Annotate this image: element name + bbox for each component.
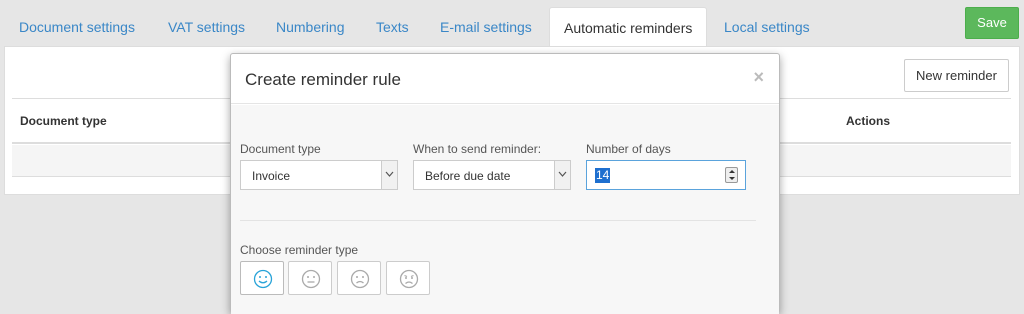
tab-local-settings[interactable]: Local settings xyxy=(724,7,810,46)
tab-automatic-reminders[interactable]: Automatic reminders xyxy=(549,7,708,46)
reminder-type-strict-button[interactable] xyxy=(386,261,430,295)
document-type-select[interactable]: Invoice xyxy=(240,160,398,190)
tab-texts[interactable]: Texts xyxy=(376,7,409,46)
smile-icon xyxy=(253,269,273,289)
reminder-type-label: Choose reminder type xyxy=(240,243,359,257)
when-to-send-value: Before due date xyxy=(425,169,511,183)
create-reminder-modal: Create reminder rule × Document type Inv… xyxy=(230,53,780,314)
document-type-value: Invoice xyxy=(252,169,291,183)
save-button[interactable]: Save xyxy=(965,7,1019,39)
frown-icon xyxy=(350,269,370,289)
reminder-type-neutral-button[interactable] xyxy=(288,261,332,295)
chevron-down-icon xyxy=(381,161,397,189)
number-of-days-input[interactable]: 14 xyxy=(586,160,746,190)
when-to-send-select[interactable]: Before due date xyxy=(413,160,571,190)
close-icon[interactable]: × xyxy=(753,67,764,88)
new-reminder-button[interactable]: New reminder xyxy=(904,59,1009,92)
tab-vat-settings[interactable]: VAT settings xyxy=(168,7,245,46)
column-document-type: Document type xyxy=(20,114,107,128)
neutral-face-icon xyxy=(301,269,321,289)
section-divider xyxy=(240,220,756,221)
when-to-send-label: When to send reminder: xyxy=(413,142,542,156)
reminder-type-firm-button[interactable] xyxy=(337,261,381,295)
tab-document-settings[interactable]: Document settings xyxy=(19,7,135,46)
number-of-days-value: 14 xyxy=(595,168,611,183)
modal-title: Create reminder rule xyxy=(245,70,401,89)
angry-face-icon xyxy=(399,269,419,289)
chevron-down-icon xyxy=(554,161,570,189)
number-of-days-label: Number of days xyxy=(586,142,671,156)
reminder-type-friendly-button[interactable] xyxy=(240,261,284,295)
column-actions: Actions xyxy=(846,114,891,128)
tab-numbering[interactable]: Numbering xyxy=(276,7,344,46)
modal-header: Create reminder rule × xyxy=(231,54,779,104)
settings-tabs: Document settings VAT settings Numbering… xyxy=(0,0,1024,46)
spinner-icon[interactable] xyxy=(725,167,738,183)
tab-email-settings[interactable]: E-mail settings xyxy=(440,7,532,46)
document-type-label: Document type xyxy=(240,142,321,156)
